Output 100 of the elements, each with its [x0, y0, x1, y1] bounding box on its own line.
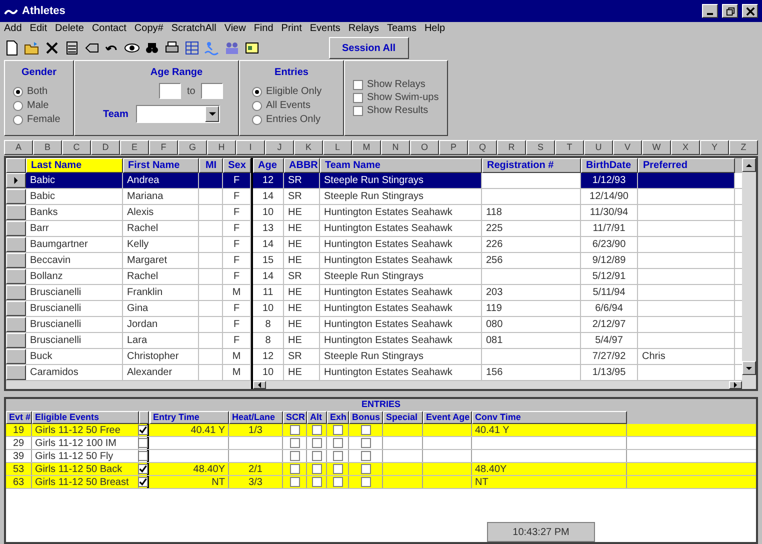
checkbox[interactable] — [290, 477, 300, 487]
letter-tab[interactable]: V — [613, 140, 642, 155]
column-header[interactable]: First Name — [123, 158, 199, 173]
column-header[interactable]: Last Name — [26, 158, 123, 173]
checkbox[interactable] — [138, 438, 148, 448]
row-selector[interactable] — [6, 365, 26, 380]
checkbox[interactable] — [332, 425, 342, 435]
checkbox[interactable] — [138, 477, 148, 487]
letter-tab[interactable]: E — [120, 140, 149, 155]
letter-tab[interactable]: P — [439, 140, 468, 155]
column-header[interactable]: Sex — [223, 158, 251, 173]
checkbox[interactable] — [290, 438, 300, 448]
checkbox[interactable] — [332, 451, 342, 461]
swimmer-icon[interactable] — [204, 40, 220, 56]
row-selector[interactable] — [6, 333, 26, 348]
checkbox[interactable] — [360, 464, 370, 474]
radio-button[interactable] — [252, 100, 262, 110]
checkbox[interactable] — [290, 464, 300, 474]
radio-button[interactable] — [252, 114, 262, 124]
card-icon[interactable] — [244, 40, 260, 56]
row-selector[interactable] — [6, 349, 26, 364]
menu-item[interactable]: Print — [281, 24, 302, 34]
letter-tab[interactable]: N — [381, 140, 410, 155]
close-button[interactable] — [742, 4, 758, 18]
letter-tab[interactable]: T — [555, 140, 584, 155]
letter-tab[interactable]: L — [323, 140, 352, 155]
letter-tab[interactable]: O — [410, 140, 439, 155]
letter-tab[interactable]: K — [294, 140, 323, 155]
row-selector[interactable] — [6, 221, 26, 236]
checkbox[interactable] — [332, 438, 342, 448]
session-button[interactable]: Session All — [329, 37, 409, 59]
letter-tab[interactable]: I — [236, 140, 265, 155]
restore-button[interactable] — [722, 4, 738, 18]
letter-tab[interactable]: Z — [729, 140, 758, 155]
checkbox[interactable] — [312, 438, 322, 448]
row-selector[interactable] — [6, 301, 26, 316]
letter-tab[interactable]: G — [178, 140, 207, 155]
letter-tab[interactable]: F — [149, 140, 178, 155]
minimize-button[interactable] — [702, 4, 718, 18]
checkbox[interactable] — [138, 464, 148, 474]
letter-tab[interactable]: H — [207, 140, 236, 155]
checkbox[interactable] — [290, 425, 300, 435]
letter-tab[interactable]: M — [352, 140, 381, 155]
row-selector[interactable] — [6, 253, 26, 268]
stack-icon[interactable] — [64, 40, 80, 56]
checkbox[interactable] — [332, 464, 342, 474]
column-header[interactable]: ABBR — [284, 158, 320, 173]
checkbox[interactable] — [353, 93, 363, 103]
checkbox[interactable] — [332, 477, 342, 487]
letter-tab[interactable]: J — [265, 140, 294, 155]
horizontal-scrollbar[interactable] — [253, 381, 742, 389]
letter-tab[interactable]: Q — [468, 140, 497, 155]
menu-item[interactable]: Teams — [387, 24, 416, 34]
radio-button[interactable] — [252, 86, 262, 96]
menu-item[interactable]: Copy# — [134, 24, 164, 34]
menu-item[interactable]: Relays — [348, 24, 379, 34]
checkbox[interactable] — [312, 451, 322, 461]
letter-tab[interactable]: C — [62, 140, 91, 155]
row-selector[interactable] — [6, 269, 26, 284]
horizontal-scrollbar[interactable] — [6, 381, 251, 389]
row-selector[interactable] — [6, 189, 26, 204]
checkbox[interactable] — [312, 477, 322, 487]
new-file-icon[interactable] — [4, 40, 20, 56]
menu-item[interactable]: Add — [4, 24, 22, 34]
letter-tab[interactable]: A — [4, 140, 33, 155]
column-header[interactable]: Registration # — [482, 158, 581, 173]
menu-item[interactable]: Find — [254, 24, 274, 34]
row-selector[interactable] — [6, 317, 26, 332]
checkbox[interactable] — [290, 451, 300, 461]
menu-item[interactable]: Events — [310, 24, 340, 34]
binoculars-icon[interactable] — [144, 40, 160, 56]
menu-item[interactable]: Delete — [55, 24, 84, 34]
checkbox[interactable] — [138, 451, 148, 461]
radio-button[interactable] — [13, 86, 23, 96]
table-icon[interactable] — [184, 40, 200, 56]
menu-item[interactable]: Help — [424, 24, 446, 34]
menu-item[interactable]: Edit — [30, 24, 48, 34]
column-header[interactable]: MI — [199, 158, 223, 173]
checkbox[interactable] — [312, 425, 322, 435]
row-selector[interactable] — [6, 205, 26, 220]
menu-item[interactable]: View — [224, 24, 246, 34]
letter-tab[interactable]: D — [91, 140, 120, 155]
checkbox[interactable] — [360, 477, 370, 487]
letter-tab[interactable]: W — [642, 140, 671, 155]
checkbox[interactable] — [353, 106, 363, 116]
column-header[interactable]: Team Name — [320, 158, 482, 173]
row-selector[interactable] — [6, 237, 26, 252]
letter-tab[interactable]: Y — [700, 140, 729, 155]
age-to-field[interactable] — [201, 83, 224, 99]
row-selector[interactable] — [6, 173, 26, 188]
checkbox[interactable] — [138, 425, 148, 435]
menu-item[interactable]: ScratchAll — [171, 24, 216, 34]
team-dropdown[interactable] — [136, 105, 220, 123]
letter-tab[interactable]: X — [671, 140, 700, 155]
checkbox[interactable] — [360, 438, 370, 448]
letter-tab[interactable]: B — [33, 140, 62, 155]
delete-x-icon[interactable] — [44, 40, 60, 56]
radio-button[interactable] — [13, 114, 23, 124]
open-folder-icon[interactable] — [24, 40, 40, 56]
radio-button[interactable] — [13, 100, 23, 110]
